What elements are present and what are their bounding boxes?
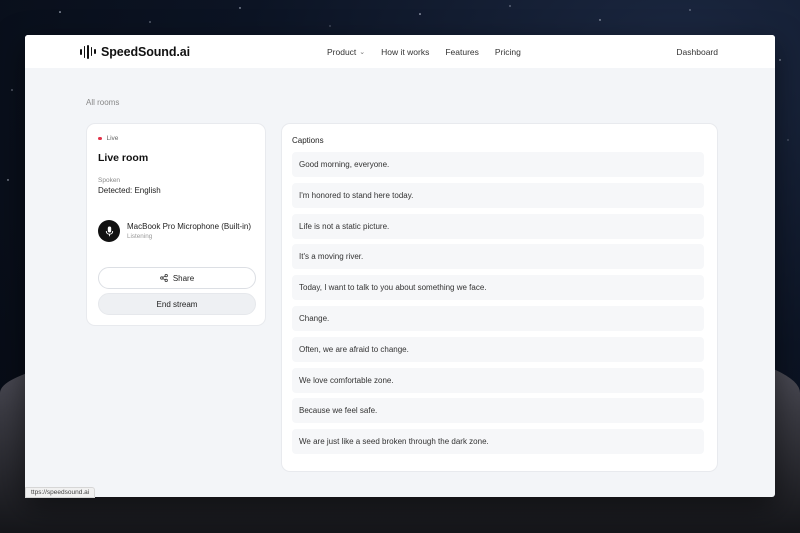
room-title: Live room <box>98 152 149 164</box>
share-icon <box>160 274 168 282</box>
microphone-button[interactable] <box>98 220 120 242</box>
caption-item: Because we feel safe. <box>292 398 704 424</box>
dashboard-link[interactable]: Dashboard <box>676 35 718 68</box>
live-room-card: Live Live room Spoken Detected: English … <box>86 123 266 326</box>
nav-links: Product ⌄ How it works Features Pricing <box>327 35 521 68</box>
microphone-name: MacBook Pro Microphone (Built-in) <box>127 222 252 231</box>
captions-card: Captions Good morning, everyone. I'm hon… <box>281 123 718 472</box>
chevron-down-icon: ⌄ <box>359 48 366 56</box>
caption-item: We are just like a seed broken through t… <box>292 429 704 455</box>
live-status-badge: Live <box>98 135 118 142</box>
end-stream-button[interactable]: End stream <box>98 293 256 315</box>
caption-item: Often, we are afraid to change. <box>292 336 704 362</box>
share-label: Share <box>172 273 195 283</box>
caption-item: Change. <box>292 305 704 331</box>
brand-name: SpeedSound.ai <box>100 44 190 59</box>
detected-language: Detected: English <box>98 186 161 195</box>
link-status-bar: ttps://speedsound.ai <box>25 487 96 498</box>
caption-item: We love comfortable zone. <box>292 367 704 393</box>
caption-item: Good morning, everyone. <box>292 152 704 177</box>
logo[interactable]: SpeedSound.ai <box>80 44 190 59</box>
microphone-status: Listening <box>127 233 153 240</box>
nav-item-pricing[interactable]: Pricing <box>495 47 521 57</box>
captions-list: Good morning, everyone. I'm honored to s… <box>292 152 704 460</box>
browser-window: SpeedSound.ai Product ⌄ How it works Fea… <box>25 35 775 497</box>
live-dot-icon <box>98 136 102 141</box>
live-status-label: Live <box>106 135 119 142</box>
microphone-row: MacBook Pro Microphone (Built-in) Listen… <box>98 220 251 242</box>
sound-wave-icon <box>80 44 96 59</box>
caption-item: Life is not a static picture. <box>292 213 704 239</box>
nav-item-how-it-works[interactable]: How it works <box>381 47 429 57</box>
nav-item-features[interactable]: Features <box>445 47 479 57</box>
top-navigation: SpeedSound.ai Product ⌄ How it works Fea… <box>25 35 775 68</box>
breadcrumb-all-rooms[interactable]: All rooms <box>86 98 119 107</box>
share-button[interactable]: Share <box>98 267 256 289</box>
nav-item-product[interactable]: Product ⌄ <box>327 47 365 57</box>
caption-item: I'm honored to stand here today. <box>292 182 704 208</box>
spoken-label: Spoken <box>98 177 121 184</box>
microphone-icon <box>105 226 113 236</box>
nav-item-label: Product <box>327 46 357 57</box>
caption-item: It's a moving river. <box>292 244 704 270</box>
captions-title: Captions <box>292 136 324 145</box>
caption-item: Today, I want to talk to you about somet… <box>292 275 704 301</box>
